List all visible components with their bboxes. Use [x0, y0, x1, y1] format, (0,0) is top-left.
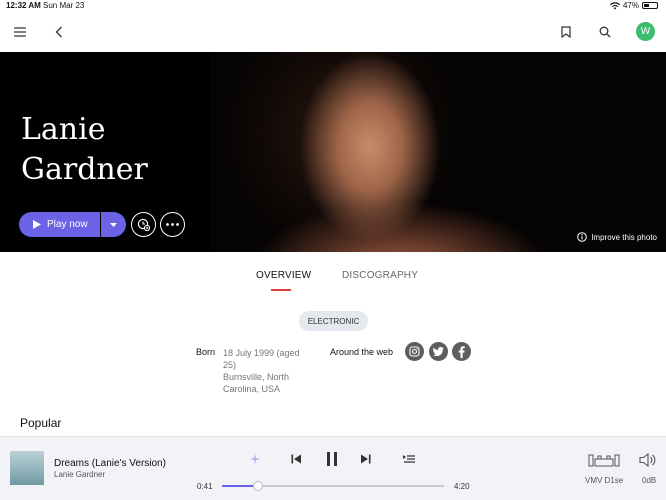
artist-photo — [210, 52, 666, 252]
tab-discography[interactable]: DISCOGRAPHY — [342, 270, 418, 281]
queue-icon[interactable] — [401, 452, 417, 466]
album-art[interactable] — [10, 451, 44, 485]
ellipsis-icon — [166, 223, 179, 226]
born-place-line1: Burnsville, North — [223, 372, 290, 382]
play-options-button[interactable] — [101, 212, 126, 237]
output-device-label[interactable]: VMV D1se — [585, 476, 623, 485]
info-icon — [577, 232, 587, 242]
player-bar: Dreams (Lanie's Version) Lanie Gardner 0… — [0, 436, 666, 500]
pause-icon[interactable] — [323, 450, 341, 468]
artist-tabs: OVERVIEW DISCOGRAPHY — [0, 270, 666, 294]
born-label: Born — [196, 347, 216, 357]
popular-heading: Popular — [20, 416, 62, 430]
tab-overview[interactable]: OVERVIEW — [256, 270, 311, 281]
battery-percent: 47% — [622, 1, 639, 10]
bookmark-icon[interactable] — [556, 22, 576, 42]
track-artist[interactable]: Lanie Gardner — [54, 470, 105, 479]
around-the-web-label: Around the web — [330, 347, 394, 357]
add-to-library-button[interactable] — [131, 212, 156, 237]
chevron-down-icon — [110, 222, 117, 227]
track-title[interactable]: Dreams (Lanie's Version) — [54, 458, 166, 469]
improve-photo-label: Improve this photo — [591, 232, 657, 242]
genre-tag[interactable]: ELECTRONIC — [299, 311, 368, 331]
active-tab-indicator — [271, 289, 291, 291]
improve-photo-link[interactable]: Improve this photo — [577, 232, 657, 242]
play-icon — [33, 220, 41, 229]
status-time: 12:32 AM — [6, 1, 41, 10]
play-now-label: Play now — [47, 219, 88, 230]
total-duration: 4:20 — [454, 482, 470, 491]
back-icon[interactable] — [49, 22, 69, 42]
born-details: 18 July 1999 (aged 25) Burnsville, North… — [223, 347, 311, 395]
status-right: 47% — [609, 1, 658, 10]
artist-name: Lanie Gardner — [21, 112, 148, 187]
born-place-line2: Carolina, USA — [223, 384, 281, 394]
artist-hero: Lanie Gardner Play now Improve this phot… — [0, 52, 666, 252]
previous-icon[interactable] — [289, 452, 303, 466]
progress-bar[interactable] — [222, 481, 444, 491]
top-nav — [0, 12, 666, 52]
volume-label[interactable]: 0dB — [642, 476, 656, 485]
user-avatar[interactable]: W — [636, 22, 655, 41]
facebook-icon[interactable] — [452, 342, 471, 361]
status-bar: 12:32 AM Sun Mar 23 47% — [0, 0, 666, 12]
clock-plus-icon — [137, 218, 150, 231]
avatar-letter: W — [640, 26, 651, 37]
wifi-icon — [609, 1, 620, 9]
output-device-icon[interactable] — [588, 451, 620, 469]
elapsed-time: 0:41 — [197, 482, 213, 491]
next-icon[interactable] — [359, 452, 373, 466]
twitter-icon[interactable] — [429, 342, 448, 361]
battery-icon — [642, 2, 658, 9]
instagram-icon[interactable] — [405, 342, 424, 361]
born-date-line2: 25) — [223, 360, 237, 370]
more-options-button[interactable] — [160, 212, 185, 237]
progress-knob[interactable] — [252, 481, 263, 491]
status-date: Sun Mar 23 — [43, 1, 85, 10]
menu-icon[interactable] — [10, 22, 30, 42]
born-date-line1: 18 July 1999 (aged — [223, 348, 300, 358]
play-now-button[interactable]: Play now — [19, 212, 100, 237]
volume-icon[interactable] — [638, 451, 658, 469]
sparkle-icon[interactable] — [248, 452, 262, 466]
search-icon[interactable] — [595, 22, 615, 42]
